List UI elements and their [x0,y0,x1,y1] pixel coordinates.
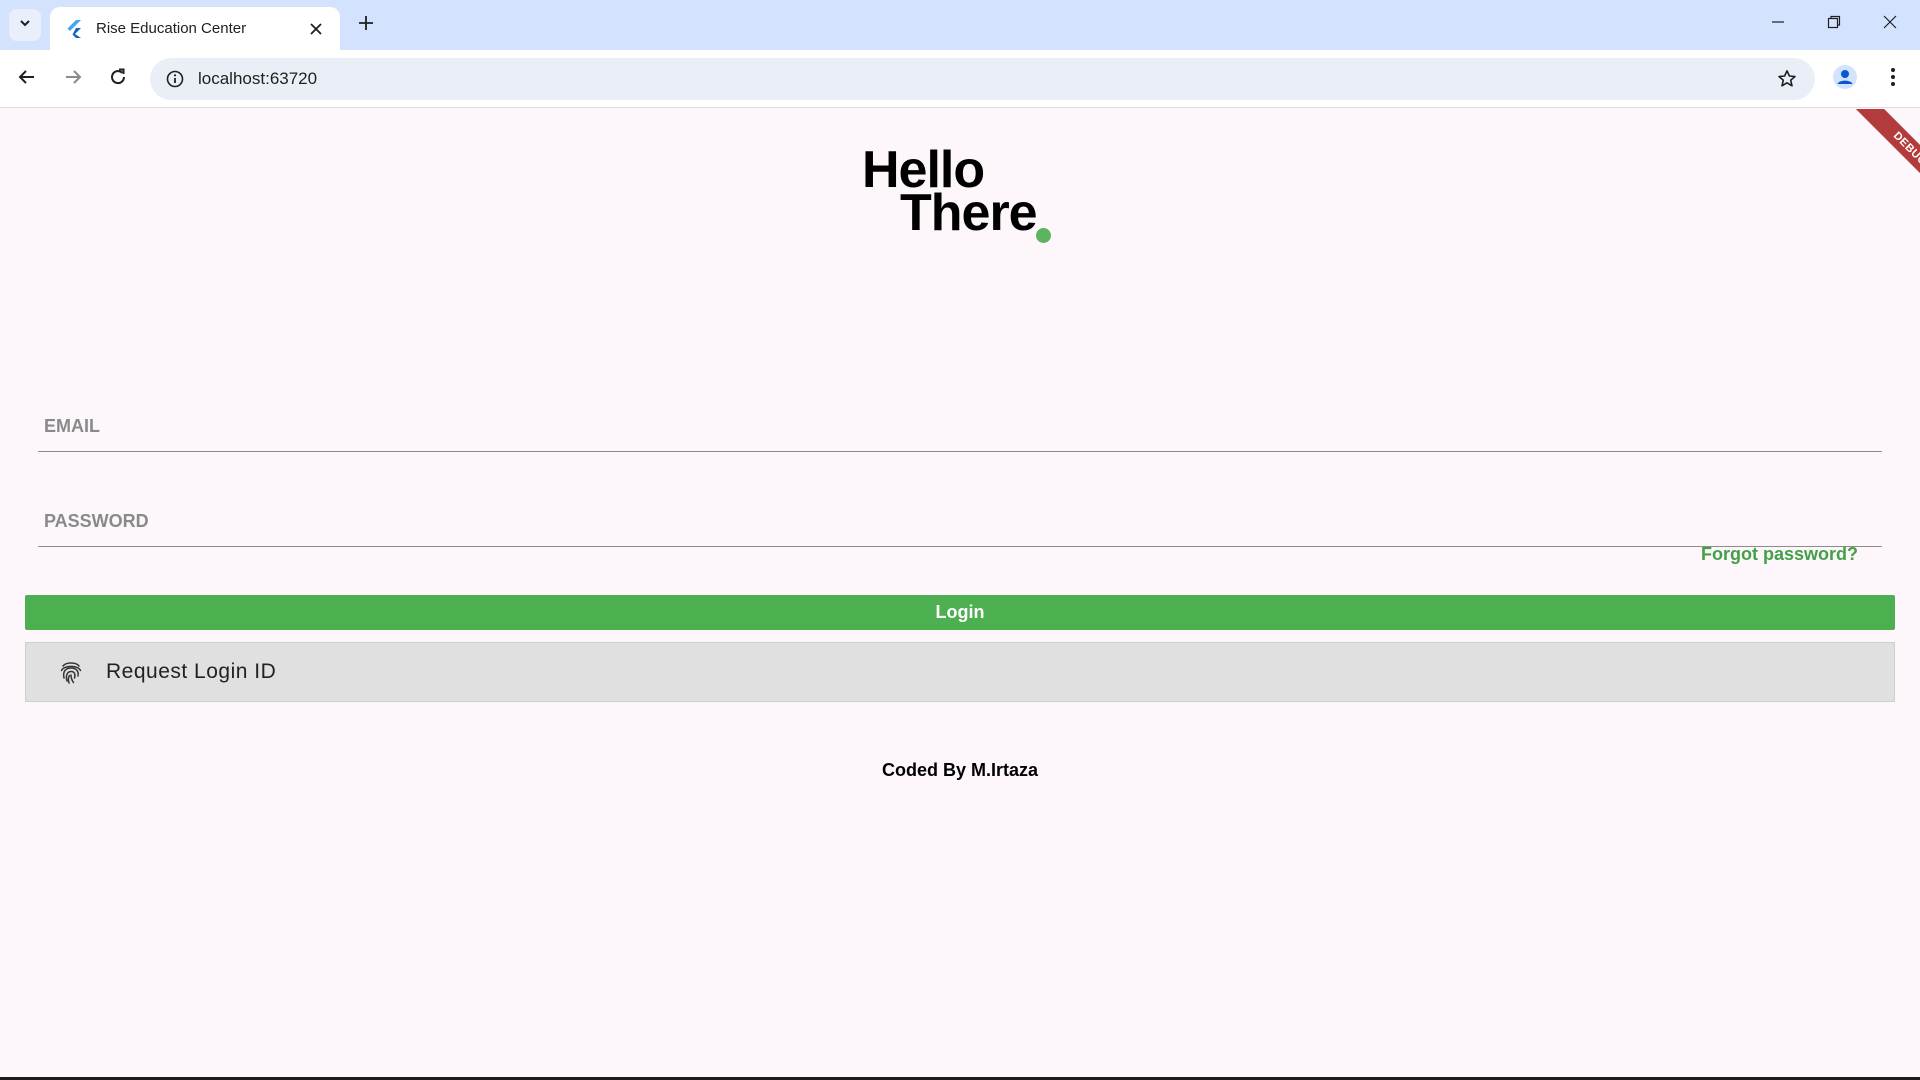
window-close-button[interactable] [1862,0,1918,48]
browser-menu-button[interactable] [1878,64,1908,94]
debug-banner: DEBUG [1853,109,1920,206]
info-icon[interactable] [162,66,188,92]
plus-icon [358,15,374,36]
tab-strip: Rise Education Center [0,0,1920,50]
forgot-password-link[interactable]: Forgot password? [1700,539,1858,569]
close-icon [1883,15,1897,34]
login-page: DEBUG Hello There Forgot password? Login… [0,109,1920,1077]
login-button[interactable]: Login [25,595,1895,630]
back-button[interactable] [9,61,45,97]
browser-toolbar: localhost:63720 [0,50,1920,108]
reload-icon [109,68,127,91]
close-icon[interactable] [304,17,328,41]
restore-icon [1827,15,1841,34]
email-field-container [38,392,1882,452]
profile-button[interactable] [1830,64,1860,94]
greeting-line-there: There [900,184,1038,242]
credit-text: Coded By M.Irtaza [881,760,1039,780]
green-dot [1036,228,1051,243]
email-input[interactable] [44,392,1874,450]
arrow-right-icon [64,68,82,91]
arrow-left-icon [18,68,36,91]
tab-title: Rise Education Center [96,20,247,37]
request-login-id-label: Request Login ID [106,660,277,683]
restore-button[interactable] [1806,0,1862,48]
forward-button[interactable] [55,61,91,97]
reload-button[interactable] [100,61,136,97]
fingerprint-icon [56,657,86,687]
chevron-down-icon [18,16,32,35]
tab-search-button[interactable] [9,9,41,41]
url-text: localhost:63720 [198,69,318,88]
request-login-id-button[interactable]: Request Login ID [25,642,1895,702]
password-field-container [38,487,1882,547]
person-icon [1833,64,1857,94]
star-icon[interactable] [1775,67,1799,91]
kebab-menu-icon [1890,67,1896,92]
address-bar[interactable]: localhost:63720 [150,58,1815,100]
flutter-icon [64,19,84,39]
password-input[interactable] [44,487,1874,545]
browser-tab[interactable]: Rise Education Center [50,7,340,50]
minimize-button[interactable] [1750,0,1806,48]
greeting-heading: Hello There [862,144,1122,254]
new-tab-button[interactable] [352,11,380,39]
minimize-icon [1771,15,1785,34]
